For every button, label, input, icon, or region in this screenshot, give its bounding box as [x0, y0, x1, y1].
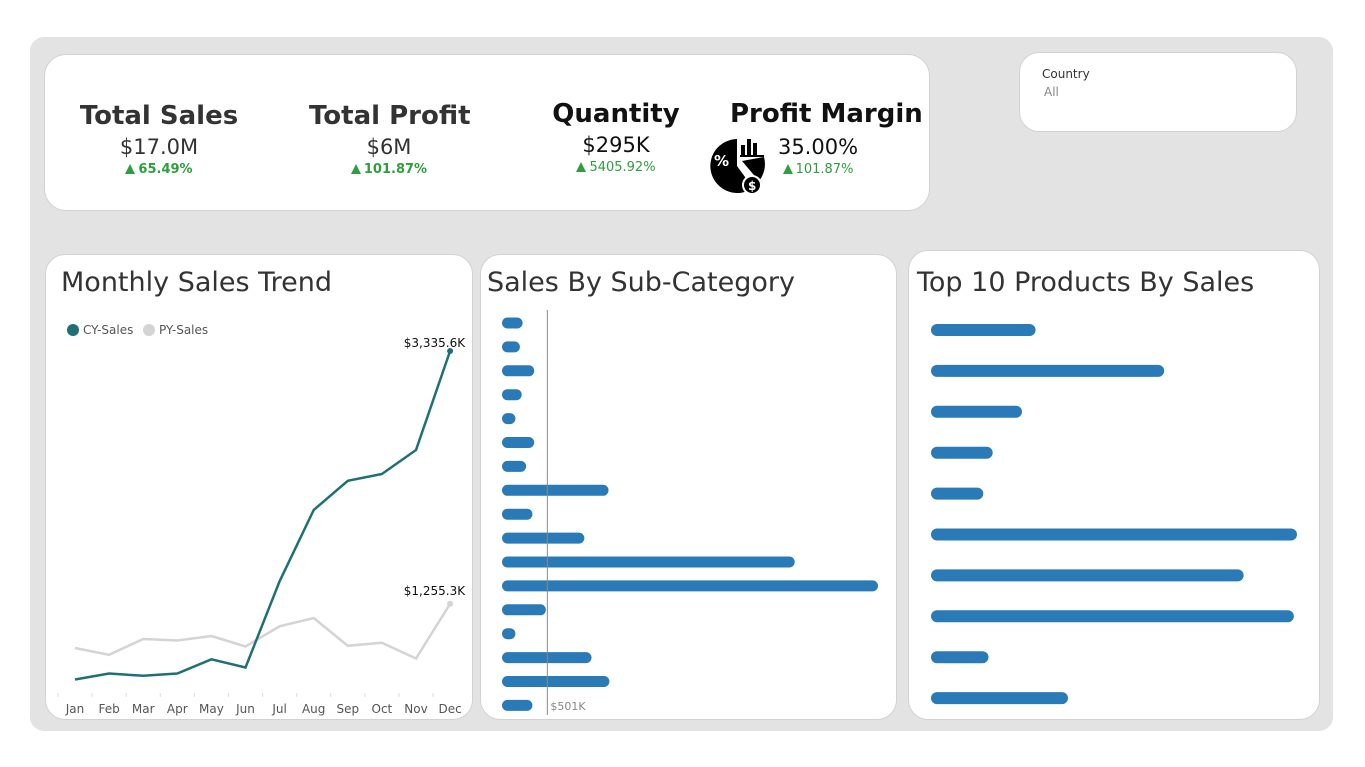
subcategory-bar[interactable]	[502, 437, 535, 448]
product-bar[interactable]	[931, 692, 1068, 705]
kpi-change: 101.87%	[309, 162, 469, 177]
kpi-value: 35.00%	[777, 135, 859, 159]
subcategory-bar[interactable]	[502, 532, 585, 544]
x-axis-month-label: Jan	[65, 702, 85, 716]
x-axis-month-label: Jun	[235, 702, 255, 716]
kpi-value: $6M	[366, 135, 412, 159]
kpi-panel: Total Sales $17.0M 65.49% Total Profit $…	[44, 54, 930, 211]
kpi-quantity: Quantity $295K 5405.92%	[541, 99, 691, 175]
country-filter-label: Country	[1042, 67, 1090, 81]
kpi-total-profit: Total Profit $6M 101.87%	[309, 101, 471, 177]
x-axis-month-label: Dec	[438, 702, 461, 716]
up-arrow-icon	[350, 164, 361, 174]
x-axis-month-label: Nov	[404, 702, 427, 716]
reference-line-label: $501K	[550, 700, 586, 713]
kpi-profit-margin-values: 35.00% 101.87%	[773, 135, 863, 177]
profit-margin-pie-icon: % $	[710, 139, 765, 195]
x-axis-month-label: Mar	[132, 702, 155, 716]
subcategory-bar[interactable]	[502, 341, 520, 353]
product-bar[interactable]	[931, 324, 1036, 336]
x-axis-month-label: Oct	[372, 702, 393, 716]
kpi-title: Total Profit	[309, 101, 471, 131]
up-arrow-icon	[576, 162, 587, 172]
sales-by-subcategory-card: Sales By Sub-Category $501K	[480, 254, 897, 720]
subcategory-bar[interactable]	[502, 580, 878, 592]
legend-cy-swatch	[67, 324, 79, 336]
legend-py-label: PY-Sales	[159, 323, 208, 337]
product-bar[interactable]	[931, 651, 989, 664]
subcategory-bar[interactable]	[502, 699, 533, 711]
subcategory-bar[interactable]	[502, 508, 533, 520]
subcategory-bar[interactable]	[502, 652, 592, 664]
cy-sales-line	[74, 350, 452, 681]
sales-by-subcategory-chart: $501K	[502, 310, 878, 715]
kpi-change: 65.49%	[79, 162, 239, 177]
legend-cy-label: CY-Sales	[83, 323, 133, 337]
country-filter-value[interactable]: All	[1044, 85, 1059, 99]
subcategory-bar[interactable]	[502, 365, 535, 377]
subcategory-bar[interactable]	[502, 604, 546, 616]
kpi-total-sales: Total Sales $17.0M 65.49%	[79, 101, 239, 177]
legend-py-swatch	[143, 324, 155, 336]
py-sales-end-label: $1,255.3K	[404, 584, 466, 598]
x-axis-month-label: Apr	[167, 702, 188, 716]
product-bar[interactable]	[931, 364, 1165, 377]
subcategory-bar[interactable]	[502, 317, 523, 329]
product-bar[interactable]	[931, 405, 1022, 418]
product-bar[interactable]	[931, 487, 984, 500]
x-axis-month-label: Aug	[302, 702, 325, 716]
subcategory-bar[interactable]	[502, 484, 609, 496]
kpi-change: 101.87%	[773, 162, 863, 177]
product-bar[interactable]	[931, 446, 993, 459]
x-axis-month-label: Feb	[98, 702, 119, 716]
kpi-profit-margin: Profit Margin	[730, 99, 923, 129]
product-bar[interactable]	[931, 528, 1297, 541]
top-10-products-card: Top 10 Products By Sales	[908, 250, 1320, 720]
py-sales-line	[74, 603, 452, 661]
kpi-change: 5405.92%	[541, 160, 691, 175]
kpi-title: Total Sales	[79, 101, 239, 131]
kpi-title: Quantity	[552, 99, 680, 129]
cy-sales-end-label: $3,335.6K	[404, 336, 466, 350]
monthly-sales-trend-card: Monthly Sales Trend CY-Sales PY-Sales $3…	[45, 254, 473, 720]
svg-text:%: %	[714, 152, 729, 170]
svg-text:$: $	[748, 179, 756, 193]
py-sales-end-point	[447, 600, 454, 607]
monthly-sales-trend-chart: CY-Sales PY-Sales $3,335.6K $1,255.3K Jan…	[57, 323, 466, 716]
product-bar[interactable]	[931, 610, 1294, 623]
up-arrow-icon	[782, 164, 793, 174]
kpi-value: $17.0M	[119, 135, 199, 159]
up-arrow-icon	[125, 164, 136, 174]
product-bar[interactable]	[931, 569, 1244, 582]
subcategory-bar[interactable]	[502, 628, 516, 640]
country-filter[interactable]: Country All	[1019, 52, 1297, 132]
subcategory-bar[interactable]	[502, 413, 516, 425]
kpi-title: Profit Margin	[730, 99, 923, 129]
x-axis-month-label: Sep	[336, 702, 359, 716]
x-axis-month-label: May	[199, 702, 224, 716]
subcategory-bar[interactable]	[502, 389, 522, 401]
subcategory-bar[interactable]	[502, 460, 527, 472]
kpi-value: $295K	[582, 133, 650, 157]
subcategory-bar[interactable]	[502, 556, 795, 568]
subcategory-bar[interactable]	[502, 676, 610, 687]
x-axis-month-label: Jul	[271, 702, 286, 716]
top-10-products-chart	[931, 324, 1297, 705]
